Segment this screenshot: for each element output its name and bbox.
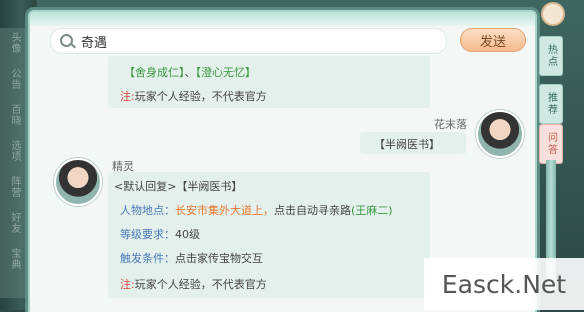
settings-gear-icon[interactable] <box>541 2 565 26</box>
note-text: 玩家个人经验，不代表官方 <box>134 90 267 103</box>
left-tab-2[interactable]: 百晓 <box>2 104 22 126</box>
left-tab-6[interactable]: 宝典 <box>2 248 22 270</box>
search-input[interactable] <box>81 32 436 50</box>
note-label: 注: <box>120 90 135 103</box>
send-button[interactable]: 发送 <box>460 28 526 52</box>
player-message-bubble: 【半阙医书】 <box>360 132 466 154</box>
reward-link-a[interactable]: 【舍身成仁】 <box>124 66 185 79</box>
reply-note-label: 注: <box>120 278 135 291</box>
bot-message-bubble: <默认回复>【半阙医书】 人物地点：长安市集外大道上，点击自动寻亲路(王麻二) … <box>108 172 430 298</box>
reply-title: <默认回复>【半阙医书】 <box>114 180 243 193</box>
tab-qa[interactable]: 问答 <box>539 124 563 164</box>
panel-header-band <box>30 12 535 26</box>
player-name: 花末落 <box>434 118 467 131</box>
tab-recommend[interactable]: 推荐 <box>539 84 563 124</box>
left-tab-4[interactable]: 阵营 <box>2 176 22 198</box>
trigger-line: 触发条件：点击家传宝物交互 <box>120 250 263 266</box>
left-tab-0[interactable]: 头像 <box>2 32 22 54</box>
left-tab-5[interactable]: 好友 <box>2 212 22 234</box>
note-line: 注:玩家个人经验，不代表官方 <box>120 88 267 104</box>
reward-separator: 、 <box>184 66 196 79</box>
left-tab-3[interactable]: 选项 <box>2 140 22 162</box>
trigger-label: 触发条件： <box>120 252 175 265</box>
watermark: Easck.Net <box>424 258 584 310</box>
left-tab-1[interactable]: 公告 <box>2 68 22 90</box>
level-value: 40级 <box>175 228 200 241</box>
location-label: 人物地点： <box>120 204 175 217</box>
search-icon <box>60 34 73 47</box>
player-avatar[interactable] <box>476 110 524 158</box>
reward-link-b[interactable]: 【澄心无忆】 <box>196 66 257 79</box>
location-line: 人物地点：长安市集外大道上，点击自动寻亲路(王麻二) <box>120 202 393 218</box>
location-value: 长安市集外大道上， <box>175 204 274 217</box>
search-bar[interactable] <box>50 28 447 54</box>
trigger-value: 点击家传宝物交互 <box>175 252 263 265</box>
message-bubble-1: 【舍身成仁】、【澄心无忆】 注:玩家个人经验，不代表官方 <box>108 56 430 108</box>
level-line: 等级要求：40级 <box>120 226 200 242</box>
reply-note-line: 注:玩家个人经验，不代表官方 <box>120 276 267 292</box>
level-label: 等级要求： <box>120 228 175 241</box>
left-side-menu: 头像 公告 百晓 选项 阵营 好友 宝典 <box>0 28 26 298</box>
tab-hot[interactable]: 热点 <box>539 36 563 76</box>
player-message-text: 【半阙医书】 <box>374 138 440 151</box>
location-action: 点击自动寻亲路 <box>274 204 351 217</box>
reply-note-text: 玩家个人经验，不代表官方 <box>134 278 267 291</box>
npc-link[interactable]: (王麻二) <box>351 204 393 217</box>
bot-avatar[interactable] <box>54 158 102 206</box>
reward-line: 【舍身成仁】、【澄心无忆】 <box>124 64 256 80</box>
